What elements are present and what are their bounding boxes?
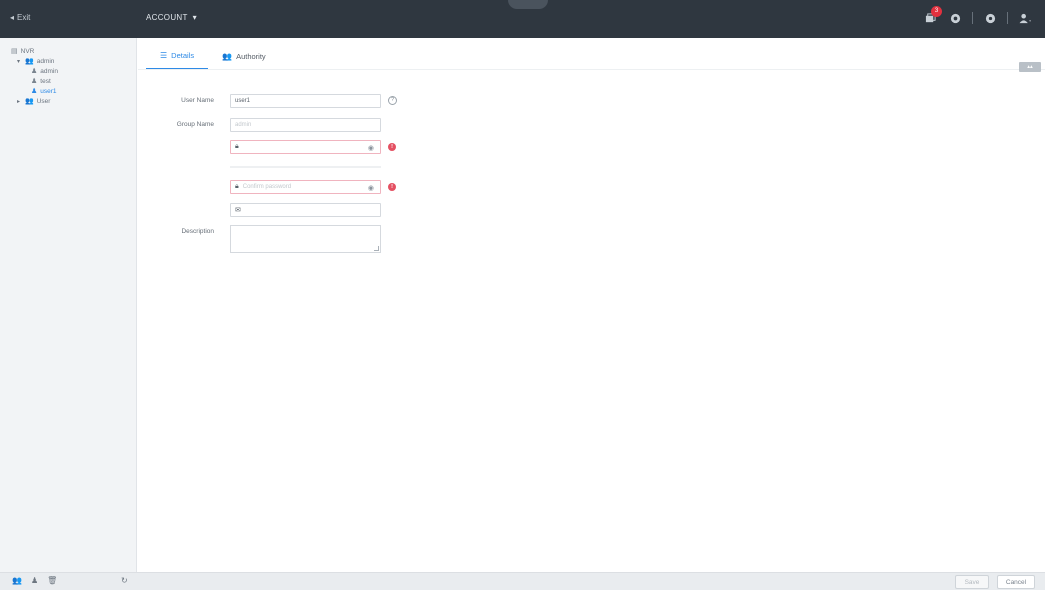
add-user-icon[interactable]: ♟	[31, 576, 38, 585]
delete-icon[interactable]: 🗑︎	[47, 576, 57, 585]
top-bar: ◂ Exit ACCOUNT ▾ 3	[0, 0, 1045, 38]
user-tree: ▤ NVR ▾ 👥 admin ♟ admin ♟ test ♟ user1 ▸…	[0, 38, 136, 106]
tree-user-admin[interactable]: ♟ admin	[11, 66, 136, 76]
eye-icon[interactable]: ◉	[368, 184, 374, 192]
username-label: User Name	[181, 97, 214, 104]
tree-user-user1[interactable]: ♟ user1	[11, 86, 136, 96]
tree-user-admin-label: admin	[40, 67, 58, 75]
password-field[interactable]: 🔒︎ ◉	[230, 140, 381, 154]
chevron-down-icon: ▾	[192, 13, 197, 22]
tree-group-admin[interactable]: ▾ 👥 admin	[11, 56, 136, 66]
sidebar: ▤ NVR ▾ 👥 admin ♟ admin ♟ test ♟ user1 ▸…	[0, 38, 137, 572]
user-icon: ♟	[31, 68, 38, 75]
info-icon[interactable]	[947, 10, 963, 26]
confirm-password-field[interactable]: 🔒︎ Confirm password ◉	[230, 180, 381, 194]
cancel-button[interactable]: Cancel	[997, 575, 1035, 589]
collapse-handle[interactable]	[508, 0, 548, 9]
settings-icon[interactable]	[982, 10, 998, 26]
alarm-badge: 3	[931, 6, 942, 17]
toolbar-divider	[1007, 12, 1008, 24]
main-panel: ☰ Details 👥 Authority ▴▴ User Name user1…	[138, 38, 1045, 572]
group-icon: 👥	[25, 98, 34, 105]
device-icon: ▤	[11, 48, 18, 55]
tree-user-test-label: test	[40, 77, 51, 85]
tab-details-label: Details	[171, 50, 195, 60]
group-label: Group Name	[176, 121, 214, 128]
lock-icon: 🔒︎	[235, 143, 239, 150]
module-label: ACCOUNT	[146, 13, 188, 22]
refresh-icon[interactable]: ↻	[121, 576, 128, 585]
confirm-password-placeholder: Confirm password	[242, 184, 292, 190]
username-field[interactable]: user1	[230, 94, 381, 108]
description-label: Description	[181, 228, 214, 235]
tree-root-label: NVR	[20, 47, 35, 55]
user-icon: ♟	[31, 78, 38, 85]
group-icon: 👥	[222, 51, 233, 61]
tab-authority[interactable]: 👥 Authority	[208, 42, 280, 70]
mail-icon: ✉	[235, 207, 241, 214]
eye-icon[interactable]: ◉	[368, 144, 374, 152]
confirm-warning-icon: !	[388, 183, 396, 191]
tree-user-user1-label: user1	[40, 87, 57, 95]
group-placeholder: admin	[235, 122, 252, 128]
tree-group-admin-label: admin	[36, 57, 55, 65]
user-menu-icon[interactable]	[1017, 10, 1033, 26]
tab-divider	[138, 69, 1045, 70]
exit-label: Exit	[17, 13, 31, 22]
description-input[interactable]	[230, 225, 381, 253]
module-selector[interactable]: ACCOUNT ▾	[146, 13, 197, 22]
tab-authority-label: Authority	[236, 51, 266, 61]
group-icon: 👥	[25, 58, 34, 65]
user-icon: ♟	[31, 88, 38, 95]
lock-icon: 🔒︎	[235, 183, 239, 190]
password-strength-bar	[230, 166, 381, 168]
tree-root[interactable]: ▤ NVR	[11, 46, 136, 56]
list-icon: ☰	[160, 50, 168, 60]
exit-button[interactable]: ◂ Exit	[10, 13, 30, 22]
toolbar-divider	[972, 12, 973, 24]
tree-group-user-label: User	[36, 97, 51, 105]
tab-bar: ☰ Details 👥 Authority	[146, 42, 280, 70]
caret-right-icon[interactable]: ▸	[17, 98, 22, 105]
save-button[interactable]: Save	[955, 575, 989, 589]
corner-tag[interactable]: ▴▴	[1019, 62, 1041, 72]
arrow-left-icon: ◂	[10, 13, 15, 22]
tree-actions: 👥 ♟ 🗑︎	[12, 576, 57, 585]
toolbar-icons: 3	[922, 6, 1033, 26]
bottom-bar: 👥 ♟ 🗑︎ ↻ Save Cancel	[0, 572, 1045, 590]
resize-grip[interactable]	[374, 246, 379, 251]
email-field[interactable]: ✉	[230, 203, 381, 217]
tree-group-user[interactable]: ▸ 👥 User	[11, 96, 136, 106]
group-field[interactable]: admin	[230, 118, 381, 132]
help-icon[interactable]: ?	[388, 96, 397, 105]
add-group-icon[interactable]: 👥	[12, 576, 22, 585]
password-warning-icon: !	[388, 143, 396, 151]
username-value: user1	[235, 98, 251, 104]
caret-down-icon[interactable]: ▾	[17, 58, 22, 65]
tree-user-test[interactable]: ♟ test	[11, 76, 136, 86]
alarm-icon[interactable]: 3	[922, 6, 942, 26]
tab-details[interactable]: ☰ Details	[146, 42, 209, 70]
